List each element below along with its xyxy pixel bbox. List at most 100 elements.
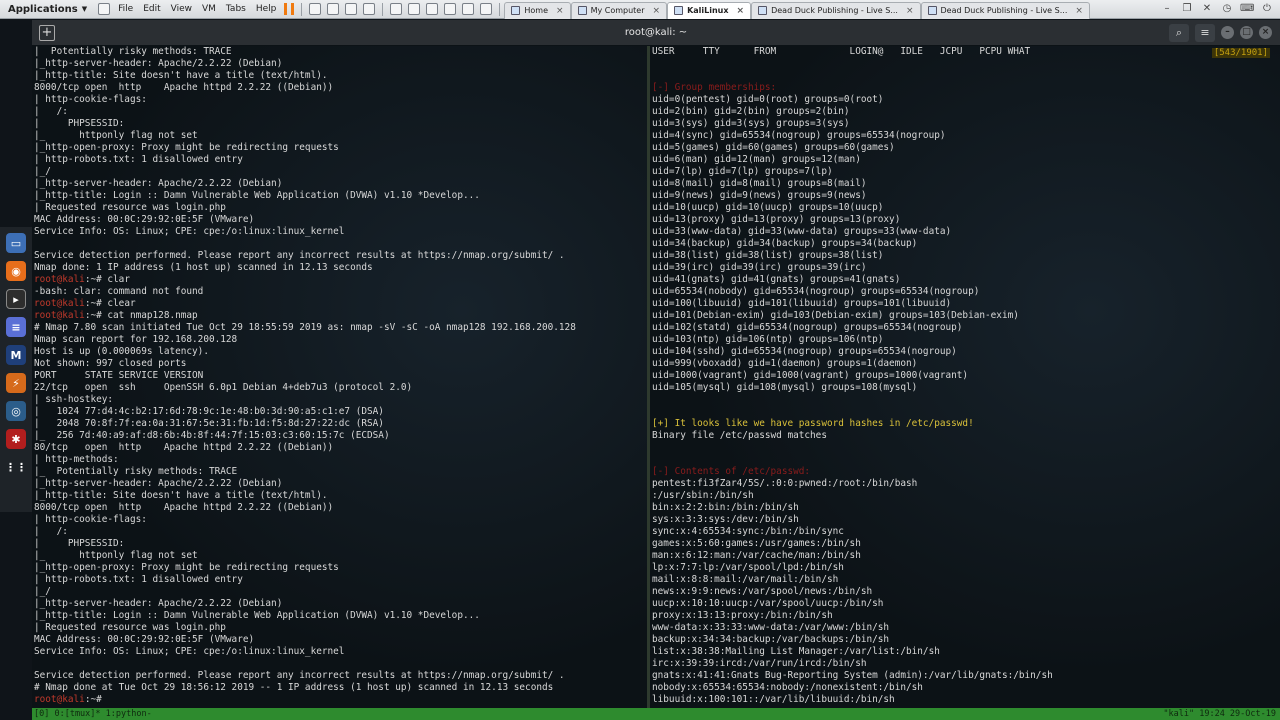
terminal-line: uid=39(irc) gid=39(irc) groups=39(irc): [652, 262, 1280, 274]
close-icon[interactable]: ×: [1259, 26, 1272, 39]
terminal-line: | http-robots.txt: 1 disallowed entry: [34, 574, 647, 586]
close-icon[interactable]: ×: [1075, 6, 1083, 16]
power-icon[interactable]: ⏻: [1260, 3, 1274, 15]
line-text: uid=9(news) gid=9(news) groups=9(news): [652, 190, 867, 201]
app-grid-icon[interactable]: ⋮⋮: [5, 457, 27, 477]
terminal-line: | 2048 70:8f:7f:ea:0a:31:67:5e:31:fb:1d:…: [34, 418, 647, 430]
tab-label: Dead Duck Publishing - Live S...: [940, 6, 1068, 15]
burpsuite-icon[interactable]: ⚡: [6, 373, 26, 393]
line-text: [-] Contents of /etc/passwd:: [652, 466, 811, 477]
terminal-line: |_http-server-header: Apache/2.2.22 (Deb…: [34, 58, 647, 70]
thumbnail-icon[interactable]: [408, 3, 421, 15]
fullscreen-icon[interactable]: [426, 3, 439, 15]
maximize-icon[interactable]: □: [1240, 26, 1253, 39]
shell-prompt: root@kali: [34, 310, 85, 321]
menu-vm[interactable]: VM: [197, 4, 221, 14]
line-text: gnats:x:41:41:Gnats Bug-Reporting System…: [652, 670, 1053, 681]
vm-icon: [927, 6, 937, 15]
kali-tools-icon[interactable]: ✱: [6, 429, 26, 449]
tab-dead-duck-2[interactable]: Dead Duck Publishing - Live S... ×: [920, 1, 1090, 19]
restore-icon[interactable]: ❐: [1180, 3, 1194, 15]
line-text: Nmap scan report for 192.168.200.128: [34, 334, 238, 345]
line-text: backup:x:34:34:backup:/var/backups:/bin/…: [652, 634, 890, 645]
close-icon[interactable]: ✕: [1200, 3, 1214, 15]
firefox-icon[interactable]: ◉: [6, 261, 26, 281]
window-controls: – ❐ ✕ ◷ ⌨ ⏻: [1160, 3, 1280, 15]
menu-edit[interactable]: Edit: [138, 4, 165, 14]
menu-file[interactable]: File: [113, 4, 138, 14]
vmware-icon[interactable]: [98, 3, 111, 15]
line-text: | http-robots.txt: 1 disallowed entry: [34, 154, 243, 165]
line-text: | Requested resource was login.php: [34, 202, 226, 213]
terminal-line: |_/: [34, 586, 647, 598]
line-text: uid=101(Debian-exim) gid=103(Debian-exim…: [652, 310, 1019, 321]
notes-icon[interactable]: ≡: [6, 317, 26, 337]
terminal-line: | PHPSESSID:: [34, 118, 647, 130]
console-icon[interactable]: [462, 3, 475, 15]
new-tab-icon[interactable]: +: [39, 24, 55, 41]
tab-home[interactable]: Home ×: [504, 1, 571, 19]
line-text: uid=105(mysql) gid=108(mysql) groups=108…: [652, 382, 918, 393]
terminal-line: uid=1000(vagrant) gid=1000(vagrant) grou…: [652, 370, 1280, 382]
close-icon[interactable]: ×: [653, 6, 661, 16]
sidebar-toggle-icon[interactable]: [390, 3, 403, 15]
tab-kalilinux[interactable]: KaliLinux ×: [667, 1, 752, 19]
close-icon[interactable]: ×: [906, 6, 914, 16]
hamburger-icon[interactable]: ≡: [1195, 23, 1215, 42]
eye-icon[interactable]: ◎: [6, 401, 26, 421]
terminal-line: |_http-server-header: Apache/2.2.22 (Deb…: [34, 598, 647, 610]
right-output: [-] Group memberships: uid=0(pentest) gid…: [652, 58, 1280, 706]
pause-icon[interactable]: [284, 3, 295, 15]
menu-view[interactable]: View: [166, 4, 197, 14]
send-keys-icon[interactable]: [309, 3, 322, 15]
terminal-line: 8000/tcp open http Apache httpd 2.2.22 (…: [34, 82, 647, 94]
snapshot-icon[interactable]: [327, 3, 340, 15]
minimize-icon[interactable]: –: [1221, 26, 1234, 39]
close-icon[interactable]: ×: [737, 6, 745, 16]
search-icon[interactable]: ⌕: [1169, 23, 1189, 42]
terminal-line: gnats:x:41:41:Gnats Bug-Reporting System…: [652, 670, 1280, 682]
snapshot-manager-icon[interactable]: [363, 3, 376, 15]
menu-help[interactable]: Help: [251, 4, 282, 14]
line-text: PORT STATE SERVICE VERSION: [34, 370, 204, 381]
folder-icon[interactable]: ▭: [6, 233, 26, 253]
clock-icon[interactable]: ◷: [1220, 3, 1234, 15]
line-text: uid=13(proxy) gid=13(proxy) groups=13(pr…: [652, 214, 901, 225]
terminal-line: | Potentially risky methods: TRACE: [34, 46, 647, 58]
minimize-icon[interactable]: –: [1160, 3, 1174, 15]
who-header: USER TTY FROM LOGIN@ IDLE JCPU PCPU WHAT: [652, 46, 1031, 57]
stretch-icon[interactable]: [480, 3, 493, 15]
terminal-line: [-] Contents of /etc/passwd:: [652, 466, 1280, 478]
terminal-line: | http-cookie-flags:: [34, 94, 647, 106]
tab-my-computer[interactable]: My Computer ×: [570, 1, 668, 19]
menu-tabs[interactable]: Tabs: [221, 4, 251, 14]
line-text: sync:x:4:65534:sync:/bin:/bin/sync: [652, 526, 844, 537]
tmux-window-list[interactable]: [0] 0:[tmux]* 1:python-: [32, 708, 152, 720]
terminal-line: games:x:5:60:games:/usr/games:/bin/sh: [652, 538, 1280, 550]
applications-menu[interactable]: Applications ▼: [0, 0, 95, 19]
unity-icon[interactable]: [444, 3, 457, 15]
keyboard-icon[interactable]: ⌨: [1240, 3, 1254, 15]
metasploit-icon[interactable]: M: [6, 345, 26, 365]
close-icon[interactable]: ×: [556, 6, 564, 16]
line-text: uid=2(bin) gid=2(bin) groups=2(bin): [652, 106, 850, 117]
line-text: |_http-server-header: Apache/2.2.22 (Deb…: [34, 178, 283, 189]
terminal-line: uid=13(proxy) gid=13(proxy) groups=13(pr…: [652, 214, 1280, 226]
terminal-line: irc:x:39:39:ircd:/var/run/ircd:/bin/sh: [652, 658, 1280, 670]
tmux-pane-right[interactable]: USER TTY FROM LOGIN@ IDLE JCPU PCPU WHAT…: [650, 46, 1280, 708]
tmux-pane-left[interactable]: | Potentially risky methods: TRACE |_http…: [32, 46, 647, 708]
revert-snapshot-icon[interactable]: [345, 3, 358, 15]
line-text: | http-cookie-flags:: [34, 94, 147, 105]
toolbar-divider: [499, 2, 501, 16]
line-text: :/usr/sbin:/bin/sh: [652, 490, 754, 501]
terminal-line: | /:: [34, 526, 647, 538]
line-text: :~# clar: [84, 274, 130, 285]
terminal-line: bin:x:2:2:bin:/bin:/bin/sh: [652, 502, 1280, 514]
tab-dead-duck-1[interactable]: Dead Duck Publishing - Live S... ×: [751, 1, 921, 19]
line-text: lp:x:7:7:lp:/var/spool/lpd:/bin/sh: [652, 562, 844, 573]
line-text: # Nmap done at Tue Oct 29 18:56:12 2019 …: [34, 682, 554, 693]
line-text: uid=65534(nobody) gid=65534(nogroup) gro…: [652, 286, 980, 297]
terminal-icon[interactable]: ▸: [6, 289, 26, 309]
